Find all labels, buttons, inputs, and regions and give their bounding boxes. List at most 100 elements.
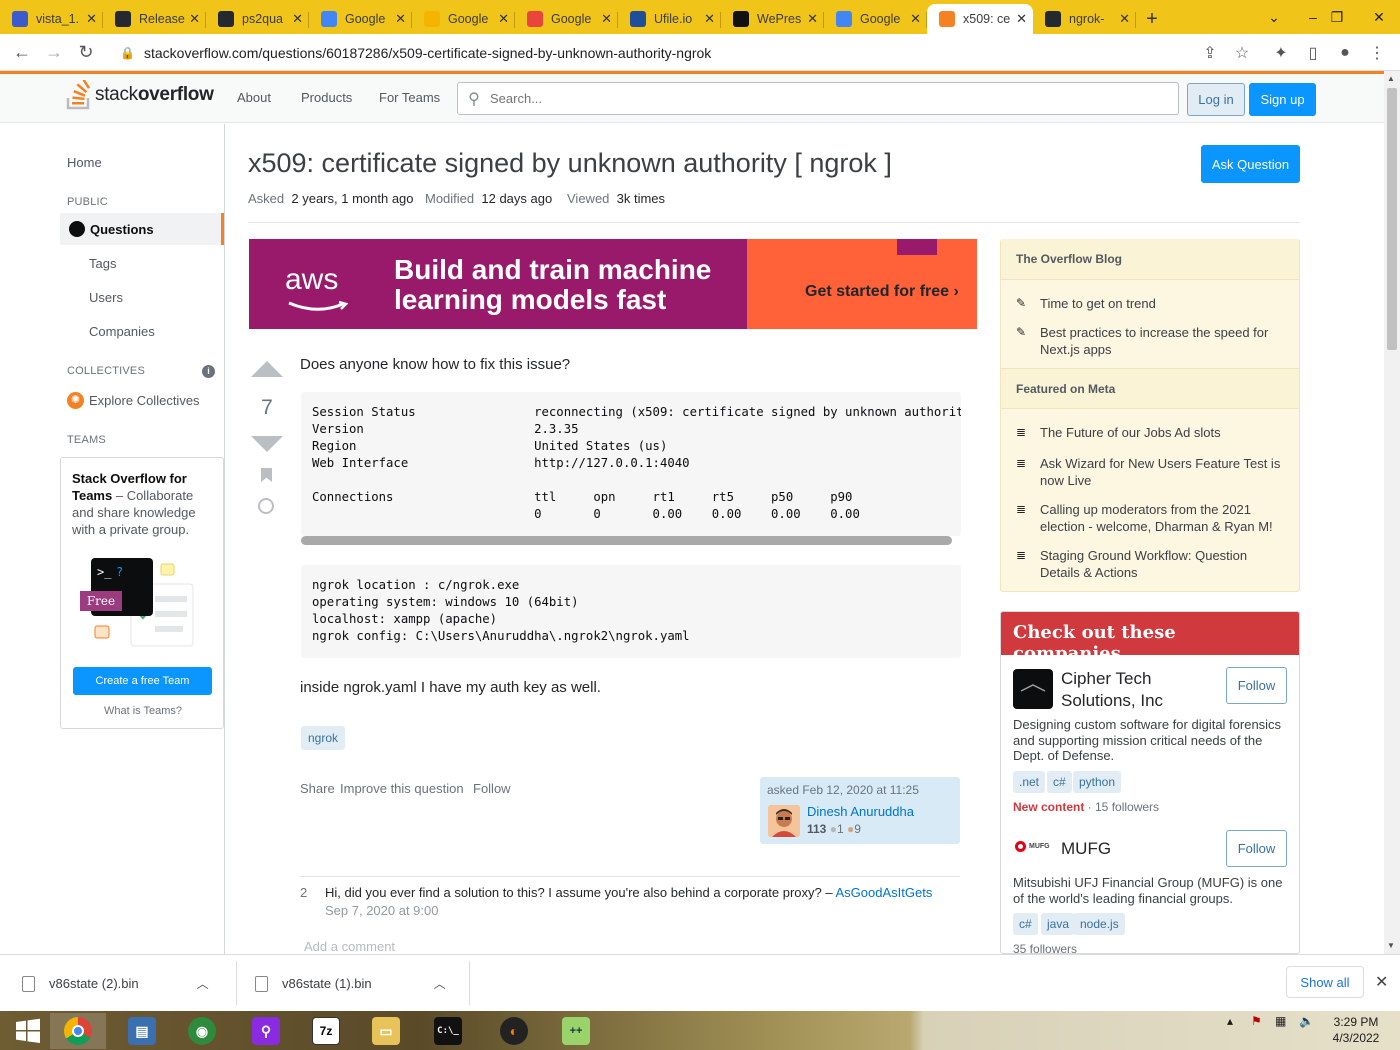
blog-item[interactable]: ✎ Time to get on trend [1016,295,1284,312]
avatar[interactable] [768,805,800,837]
ad-cta-link[interactable]: Get started for free › [805,283,959,301]
browser-tab[interactable]: WePres ✕ [721,4,824,34]
ask-question-button[interactable]: Ask Question [1201,145,1300,183]
menu-icon[interactable]: ⋮ [1362,38,1392,67]
browser-tab[interactable]: x509: ce ✕ [927,4,1033,34]
owner-asked-date[interactable]: asked Feb 12, 2020 at 11:25 [767,783,919,797]
close-tab-icon[interactable]: ✕ [807,11,818,27]
new-tab-button[interactable]: + [1136,4,1168,34]
company-tag[interactable]: node.js [1074,913,1125,935]
meta-item[interactable]: ≣ Staging Ground Workflow: Question Detai… [1016,547,1284,581]
taskbar-clock[interactable]: 3:29 PM 4/3/2022 [1326,1014,1386,1046]
new-content-label[interactable]: New content [1013,800,1084,814]
login-button[interactable]: Log in [1187,83,1245,116]
close-tab-icon[interactable]: ✕ [498,11,509,27]
sidebar-item-users[interactable]: Users [89,290,123,305]
address-bar[interactable]: 🔒 stackoverflow.com/questions/60187286/x… [108,38,1268,67]
create-team-button[interactable]: Create a free Team [73,667,212,695]
browser-tab[interactable]: Google ✕ [309,4,412,34]
aws-ad-banner[interactable]: aws Build and train machine learning mod… [249,239,977,329]
stackoverflow-logo[interactable]: stack overflow [66,80,214,110]
bookmark-icon[interactable] [261,468,272,482]
search-box[interactable]: ⚲ [457,82,1179,115]
tray-volume-icon[interactable]: 🔈 [1299,1014,1314,1028]
sidebar-item-tags[interactable]: Tags [89,256,116,271]
nav-about[interactable]: About [237,90,271,105]
tray-overflow-icon[interactable]: ▴ [1227,1014,1233,1028]
browser-tab[interactable]: ngrok- ✕ [1033,4,1136,34]
modified-value[interactable]: 12 days ago [481,191,552,206]
share-icon[interactable]: ⇪ [1195,38,1225,67]
browser-tab[interactable]: Google ✕ [824,4,927,34]
company-name[interactable]: MUFG [1061,838,1111,860]
company-tag[interactable]: java [1041,913,1076,935]
browser-tab[interactable]: Google ✕ [515,4,618,34]
follow-link[interactable]: Follow [473,781,511,796]
taskbar-cmd[interactable]: C:\_ [420,1013,476,1049]
nav-for-teams[interactable]: For Teams [379,90,440,105]
taskbar-7zip[interactable]: 7z [298,1013,354,1049]
restore-icon[interactable]: ❐ [1314,0,1360,34]
profile-icon[interactable]: ● [1330,38,1360,67]
what-is-teams-link[interactable]: What is Teams? [61,705,225,717]
taskbar-explorer-app[interactable]: ▤ [114,1013,170,1049]
cipher-tech-logo-icon[interactable] [1013,669,1053,709]
sidebar-item-questions[interactable]: Questions [60,213,224,245]
sidebar-item-home[interactable]: Home [67,155,102,170]
close-downloads-icon[interactable]: ✕ [1375,972,1388,992]
question-title[interactable]: x509: certificate signed by unknown auth… [248,148,892,179]
downvote-arrow-icon[interactable] [251,436,283,452]
close-tab-icon[interactable]: ✕ [292,11,303,27]
follow-company-button[interactable]: Follow [1226,830,1287,867]
company-tag[interactable]: .net [1013,771,1046,793]
extensions-icon[interactable]: ✦ [1266,38,1296,67]
meta-item[interactable]: ≣ Calling up moderators from the 2021 ele… [1016,501,1284,535]
close-tab-icon[interactable]: ✕ [1016,11,1027,27]
close-tab-icon[interactable]: ✕ [189,11,200,27]
taskbar-chrome[interactable] [50,1013,106,1049]
taskbar-app-flame[interactable]: ◐ [486,1013,542,1049]
company-name[interactable]: Cipher Tech Solutions, Inc [1061,668,1221,712]
comment-user-link[interactable]: AsGoodAsItGets [836,885,933,900]
taskbar-download-manager[interactable]: ◉ [174,1013,230,1049]
back-icon[interactable]: ← [6,36,38,68]
close-tab-icon[interactable]: ✕ [910,11,921,27]
sidebar-item-companies[interactable]: Companies [89,324,155,339]
browser-tab[interactable]: Ufile.io ✕ [618,4,721,34]
share-link[interactable]: Share [300,781,335,796]
owner-name[interactable]: Dinesh Anuruddha [807,804,914,819]
browser-tab[interactable]: ps2qua ✕ [206,4,309,34]
follow-company-button[interactable]: Follow [1226,667,1287,704]
chevron-up-icon[interactable]: ︿ [434,975,446,992]
tray-network-icon[interactable]: ▦ [1275,1014,1286,1028]
forward-icon[interactable]: → [38,36,70,68]
info-icon[interactable]: i [202,365,215,378]
taskbar-search-app[interactable]: ⚲ [238,1013,294,1049]
company-tag[interactable]: python [1073,771,1122,793]
taskbar-file-explorer[interactable]: ▭ [358,1013,414,1049]
reload-icon[interactable]: ↻ [70,36,102,68]
blog-item[interactable]: ✎ Best practices to increase the speed fo… [1016,324,1284,358]
browser-tab[interactable]: Release ✕ [103,4,206,34]
close-tab-icon[interactable]: ✕ [1119,11,1130,27]
mufg-logo-icon[interactable]: MUFG [1015,841,1050,852]
taskbar-notepadpp[interactable]: ++ [548,1013,604,1049]
sidebar-item-explore-collectives[interactable]: Explore Collectives [89,393,200,408]
search-input[interactable] [490,91,1178,106]
meta-item[interactable]: ≣ The Future of our Jobs Ad slots [1016,424,1284,441]
browser-tab[interactable]: Google ✕ [412,4,515,34]
scroll-up-icon[interactable]: ▲ [1387,74,1395,83]
chevron-up-icon[interactable]: ︿ [197,975,209,992]
code-scrollbar[interactable] [301,536,952,545]
add-comment-link[interactable]: Add a comment [304,939,395,954]
close-tab-icon[interactable]: ✕ [704,11,715,27]
close-tab-icon[interactable]: ✕ [395,11,406,27]
show-all-downloads-button[interactable]: Show all [1286,966,1364,998]
nav-products[interactable]: Products [301,90,352,105]
close-tab-icon[interactable]: ✕ [601,11,612,27]
company-tag[interactable]: c# [1047,771,1072,793]
company-tag[interactable]: c# [1013,913,1038,935]
signup-button[interactable]: Sign up [1249,83,1316,116]
close-window-icon[interactable]: ✕ [1356,0,1400,34]
tag-ngrok[interactable]: ngrok [301,726,346,750]
